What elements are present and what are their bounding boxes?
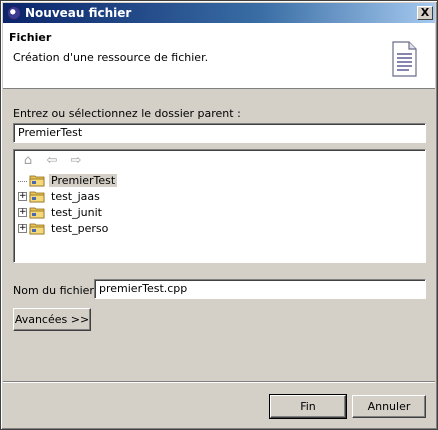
banner-title: Fichier [9,31,52,44]
tree-toolbar: ⌂ ⇦ ⇨ [20,154,84,168]
expand-icon[interactable]: + [18,223,27,233]
tree-item-premiertest[interactable]: PremierTest [18,172,118,188]
expand-icon[interactable]: + [18,191,27,201]
cancel-button[interactable]: Annuler [352,395,426,418]
tree-item-test-junit[interactable]: + test_junit [18,204,104,220]
project-folder-icon [29,223,45,235]
parent-folder-input[interactable]: PremierTest [13,123,426,143]
filename-label: Nom du fichier : [13,284,102,297]
advanced-button-label: Avancées >> [14,313,90,326]
footer-separator [3,381,435,383]
wizard-banner: Fichier Création d'une ressource de fich… [3,23,435,89]
home-icon[interactable]: ⌂ [20,154,36,168]
window-title: Nouveau fichier [25,6,132,20]
parent-folder-label: Entrez ou sélectionnez le dossier parent… [13,107,241,120]
cancel-button-label: Annuler [367,400,411,413]
banner-description: Création d'une ressource de fichier. [13,51,209,64]
advanced-button[interactable]: Avancées >> [13,308,91,331]
tree-item-test-jaas[interactable]: + test_jaas [18,188,102,204]
expand-icon[interactable]: + [18,207,27,217]
tree-item-test-perso[interactable]: + test_perso [18,220,110,236]
project-folder-icon [29,175,45,187]
filename-input[interactable]: premierTest.cpp [94,279,426,299]
project-folder-icon [29,191,45,203]
close-icon[interactable]: X [417,6,433,20]
title-bar[interactable]: Nouveau fichier X [3,3,435,23]
arrow-left-icon[interactable]: ⇦ [44,154,60,168]
project-tree[interactable]: ⌂ ⇦ ⇨ PremierTest + test_jaas + test_jun… [13,149,426,263]
eclipse-icon [7,6,21,20]
finish-button[interactable]: Fin [269,394,347,419]
tree-item-label: test_junit [51,205,102,219]
tree-item-label: PremierTest [49,173,118,187]
tree-item-label: test_jaas [51,189,100,203]
new-file-dialog: Nouveau fichier X Fichier Création d'une… [0,0,438,430]
finish-button-label: Fin [300,400,316,413]
tree-item-label: test_perso [51,221,109,235]
file-icon [392,41,417,77]
project-folder-icon [29,207,45,219]
arrow-right-icon[interactable]: ⇨ [68,154,84,168]
